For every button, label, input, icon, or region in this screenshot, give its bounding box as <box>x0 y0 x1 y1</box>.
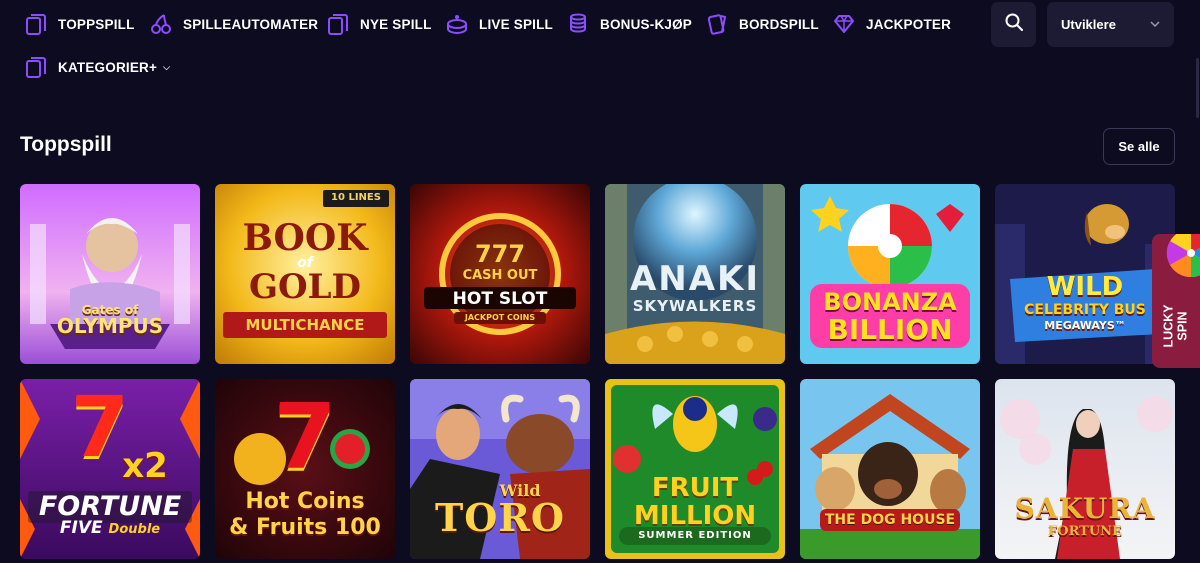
section-title: Toppspill <box>20 133 112 156</box>
nav-item-label: SPILLEAUTOMATER <box>183 16 319 32</box>
wheel-icon <box>1166 234 1200 278</box>
nav-item-kategorier[interactable]: KATEGORIER+ ⌵ <box>24 53 170 81</box>
game-art-seven: 7 <box>273 385 337 490</box>
game-title-art: Gates of OLYMPUS <box>20 304 200 336</box>
game-art-text: FORTUNE <box>1048 524 1122 539</box>
game-art-text: Hot Coins <box>245 489 365 514</box>
game-art-text: MILLION <box>633 501 757 531</box>
nav-item-label: JACKPOTER <box>866 16 952 32</box>
game-title-art: WILD CELEBRITY BUS MEGAWAYS™ <box>995 274 1175 331</box>
diamond-icon <box>832 12 856 36</box>
game-art-text: TORO <box>434 495 566 540</box>
game-title-art: 777 CASH OUT <box>410 242 590 282</box>
lucky-spin-label: LUCKY SPIN <box>1162 304 1191 347</box>
game-tile-anaki-skywalkers[interactable]: ANAKI SKYWALKERS <box>605 184 785 364</box>
nav-item-nye-spill[interactable]: NYE SPILL <box>326 10 432 38</box>
cards-icon <box>24 12 48 36</box>
game-tile-hot-slot[interactable]: 777 CASH OUT HOT SLOT JACKPOT COINS <box>410 184 590 364</box>
game-tile-hot-coins-fruits-100[interactable]: 7 Hot Coins & Fruits 100 <box>215 379 395 559</box>
game-art-text: CASH OUT <box>462 268 538 283</box>
card-fan-icon <box>705 12 729 36</box>
game-art-subtitle: HOT SLOT <box>452 289 548 309</box>
provider-select[interactable]: Utviklere <box>1047 2 1174 47</box>
nav-item-label: TOPPSPILL <box>58 16 135 32</box>
game-art-text: ANAKI <box>629 259 761 299</box>
game-title-art: THE DOG HOUSE <box>824 512 956 528</box>
lucky-spin-line: LUCKY <box>1161 304 1176 348</box>
game-art-text: FORTUNE <box>38 491 182 522</box>
game-art-text: FRUIT <box>651 473 739 503</box>
cards-icon <box>24 55 48 79</box>
game-art-badge: 10 LINES <box>331 192 381 203</box>
nav-item-label: NYE SPILL <box>360 16 432 32</box>
game-art-text: FIVE <box>59 518 103 538</box>
nav-item-label: BORDSPILL <box>739 16 819 32</box>
cherries-icon <box>149 12 173 36</box>
lucky-spin-line: SPIN <box>1176 311 1190 341</box>
game-art-text: FIVE Double <box>20 520 200 537</box>
game-art-text: OLYMPUS <box>56 314 164 338</box>
game-art-text: MEGAWAYS™ <box>1044 319 1126 332</box>
provider-select-value: Utviklere <box>1061 17 1116 32</box>
cards-icon <box>326 12 350 36</box>
game-art-text: GOLD <box>248 267 362 307</box>
game-art-text: SKYWALKERS <box>632 297 758 315</box>
chevron-down-icon <box>1150 17 1160 32</box>
game-art-text: SAKURA <box>1014 492 1156 525</box>
game-title-art: BONANZA BILLION <box>800 290 980 344</box>
game-tile-sakura-fortune[interactable]: SAKURA FORTUNE <box>995 379 1175 559</box>
nav-item-label: BONUS-KJØP <box>600 16 693 32</box>
live-table-icon <box>445 12 469 36</box>
nav-item-label: LIVE SPILL <box>479 16 554 32</box>
game-tile-fruit-million[interactable]: FRUIT MILLION SUMMER EDITION <box>605 379 785 559</box>
game-title-art: Hot Coins & Fruits 100 <box>215 491 395 539</box>
game-art-text: WILD <box>1046 272 1124 302</box>
game-tile-wild-celebrity-bus[interactable]: WILD CELEBRITY BUS MEGAWAYS™ <box>995 184 1175 364</box>
game-artwork <box>800 379 980 559</box>
game-art-text: BILLION <box>827 313 953 346</box>
nav-item-label: KATEGORIER+ <box>58 59 158 75</box>
game-title-art: BOOK of GOLD <box>215 220 395 304</box>
main-navigation: TOPPSPILL SPILLEAUTOMATER NYE SPILL LIVE… <box>0 0 1200 118</box>
game-art-text: & Fruits 100 <box>229 515 381 540</box>
game-art-multiplier: x2 <box>122 446 168 486</box>
nav-item-toppspill[interactable]: TOPPSPILL <box>24 10 135 38</box>
game-title-art: SAKURA FORTUNE <box>995 492 1175 539</box>
game-art-text: Double <box>108 522 161 537</box>
nav-item-spilleautomater[interactable]: SPILLEAUTOMATER <box>149 10 318 38</box>
nav-item-live-spill[interactable]: LIVE SPILL <box>445 10 553 38</box>
game-tile-book-of-gold[interactable]: 10 LINES BOOK of GOLD MULTICHANCE <box>215 184 395 364</box>
nav-item-bonus-kjop[interactable]: BONUS-KJØP <box>566 10 692 38</box>
chevron-down-icon: ⌵ <box>163 61 171 72</box>
game-art-badge: JACKPOT COINS <box>464 313 536 322</box>
nav-scrollbar[interactable] <box>1196 58 1199 118</box>
game-tile-wild-toro[interactable]: Wild TORO <box>410 379 590 559</box>
game-title-art: ANAKI SKYWALKERS <box>605 262 785 314</box>
game-art-text: BOOK <box>242 217 368 259</box>
see-all-button[interactable]: Se alle <box>1103 128 1175 165</box>
game-title-art: FORTUNE FIVE Double <box>20 493 200 537</box>
game-art-subtitle: MULTICHANCE <box>245 316 365 334</box>
search-icon <box>1004 12 1024 37</box>
game-title-art: Wild TORO <box>410 483 590 537</box>
search-button[interactable] <box>991 2 1036 47</box>
game-tile-fortune-five[interactable]: 7 x2 FORTUNE FIVE Double <box>20 379 200 559</box>
game-tile-gates-of-olympus[interactable]: Gates of OLYMPUS <box>20 184 200 364</box>
nav-item-jackpoter[interactable]: JACKPOTER <box>832 10 951 38</box>
game-title-art: FRUIT MILLION <box>605 475 785 529</box>
coins-icon <box>566 12 590 36</box>
game-tile-bonanza-billion[interactable]: BONANZA BILLION <box>800 184 980 364</box>
game-art-subtitle: SUMMER EDITION <box>638 530 752 541</box>
game-tile-the-dog-house[interactable]: THE DOG HOUSE <box>800 379 980 559</box>
game-art-text: BONANZA <box>823 288 957 316</box>
lucky-spin-tab[interactable]: LUCKY SPIN <box>1152 234 1200 368</box>
game-art-text: 777 <box>474 240 526 268</box>
nav-item-bordspill[interactable]: BORDSPILL <box>705 10 819 38</box>
game-art-text: CELEBRITY BUS <box>1024 302 1146 318</box>
